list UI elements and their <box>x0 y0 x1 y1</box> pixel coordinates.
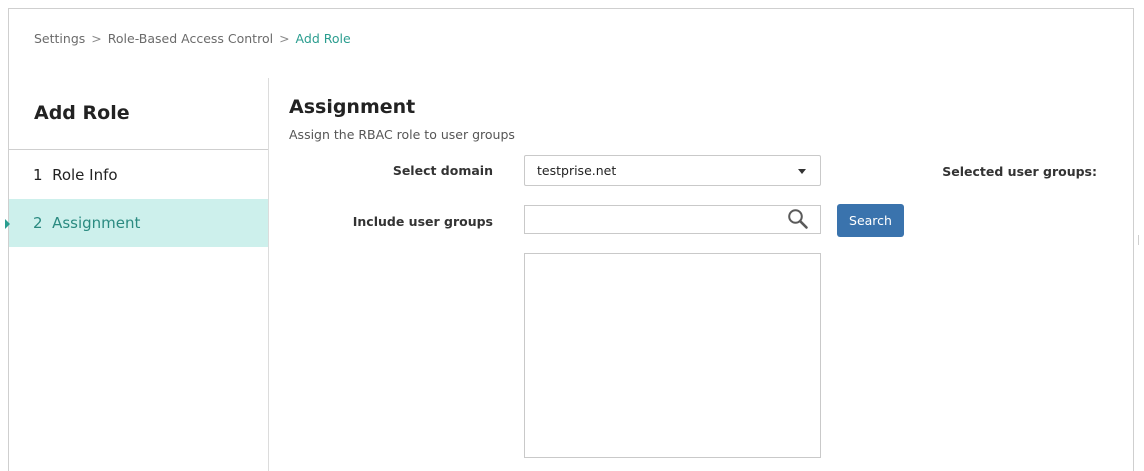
scrollbar-track <box>1138 235 1139 245</box>
caret-down-icon <box>798 169 806 174</box>
user-groups-search-input[interactable] <box>524 205 821 234</box>
step-assignment[interactable]: 2 Assignment <box>5 199 268 247</box>
step-label: Role Info <box>52 166 118 184</box>
sidebar-title: Add Role <box>34 102 130 124</box>
domain-select-value: testprise.net <box>537 163 617 178</box>
selected-user-groups-label: Selected user groups: <box>942 164 1097 179</box>
breadcrumb-separator: > <box>91 31 102 46</box>
step-number: 1 <box>33 166 43 184</box>
select-domain-label: Select domain <box>392 163 493 178</box>
breadcrumb-current: Add Role <box>295 31 351 46</box>
breadcrumb-separator: > <box>279 31 290 46</box>
search-icon[interactable] <box>786 207 810 231</box>
user-groups-listbox[interactable] <box>524 253 821 458</box>
step-role-info[interactable]: 1 Role Info <box>9 151 268 199</box>
step-number: 2 <box>33 214 43 232</box>
breadcrumb: Settings > Role-Based Access Control > Add R… <box>34 31 351 46</box>
divider <box>9 149 268 150</box>
page-title: Assignment <box>289 96 416 118</box>
breadcrumb-settings[interactable]: Settings <box>34 31 85 46</box>
wizard-sidebar: Add Role 1 Role Info 2 Assignment <box>5 78 269 471</box>
breadcrumb-rbac[interactable]: Role-Based Access Control <box>108 31 273 46</box>
domain-select[interactable]: testprise.net <box>524 155 821 186</box>
page-subtitle: Assign the RBAC role to user groups <box>289 127 515 142</box>
step-label: Assignment <box>52 214 141 232</box>
search-button[interactable]: Search <box>837 204 904 237</box>
include-user-groups-label: Include user groups <box>352 214 493 229</box>
